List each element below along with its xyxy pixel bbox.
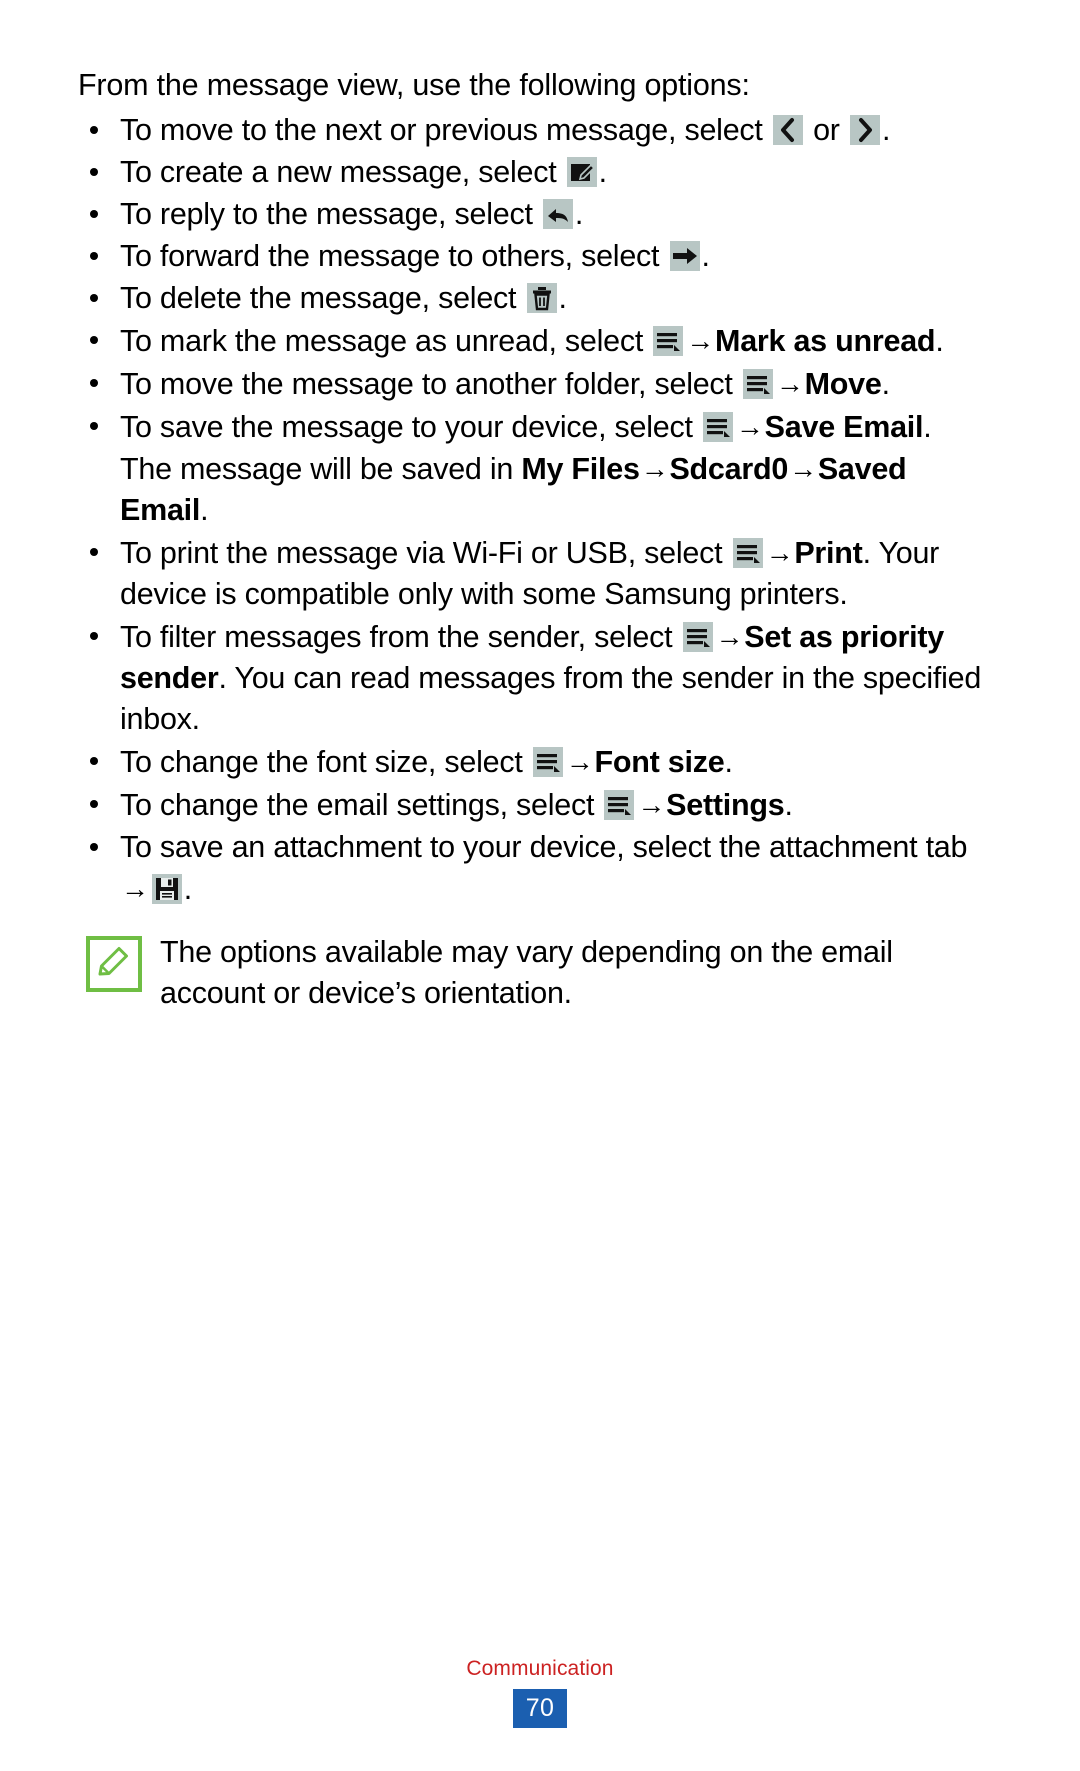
list-item-print-message: To print the message via Wi-Fi or USB, s…	[78, 532, 986, 615]
body-text: To change the font size, select	[120, 745, 531, 779]
list-item-set-as-priority-sender: To filter messages from the sender, sele…	[78, 616, 986, 740]
bullet-dot	[90, 209, 98, 218]
arrow-separator: →	[775, 368, 804, 399]
bullet-dot	[90, 251, 98, 260]
menu-icon[interactable]	[604, 790, 635, 820]
compose-icon[interactable]	[566, 157, 597, 187]
memo-note-icon	[86, 936, 142, 992]
body-text: To reply to the message, select	[120, 197, 541, 231]
arrow-separator: →	[121, 873, 149, 904]
list-item-font-size: To change the font size, select → Font s…	[78, 741, 986, 783]
emphasis-text: Save Email	[764, 410, 924, 444]
arrow-separator: →	[735, 411, 764, 442]
body-text: or	[804, 113, 848, 147]
bullet-dot	[90, 335, 98, 344]
arrow-separator: →	[789, 453, 817, 484]
list-item-forward-message: To forward the message to others, select…	[78, 236, 986, 277]
body-text: To filter messages from the sender, sele…	[120, 620, 681, 654]
page-number: 70	[512, 1689, 568, 1728]
body-text: .	[881, 367, 890, 401]
bullet-dot	[90, 631, 98, 640]
reply-arrow-icon[interactable]	[542, 199, 573, 229]
body-text: To save an attachment to your device, se…	[120, 830, 968, 864]
emphasis-text: Sdcard0	[669, 452, 789, 486]
menu-icon[interactable]	[682, 622, 713, 652]
emphasis-text: Settings	[666, 788, 785, 822]
list-item-reply-message: To reply to the message, select .	[78, 194, 986, 235]
list-item-save-attachment: To save an attachment to your device, se…	[78, 827, 986, 910]
body-text: .	[701, 239, 710, 273]
bullet-dot	[90, 799, 98, 808]
body-text: .	[200, 493, 209, 527]
arrow-separator: →	[640, 453, 669, 484]
list-item-mark-as-unread: To mark the message as unread, select → …	[78, 320, 986, 362]
bullet-dot	[90, 293, 98, 302]
forward-arrow-icon[interactable]	[669, 241, 700, 271]
list-item-delete-message: To delete the message, select .	[78, 278, 986, 319]
list-item-create-new-message: To create a new message, select .	[78, 152, 986, 193]
body-text: .	[598, 155, 607, 189]
intro-paragraph: From the message view, use the following…	[78, 68, 750, 102]
bullet-dot	[90, 378, 98, 387]
list-item-move-to-folder: To move the message to another folder, s…	[78, 363, 986, 405]
body-text: . You can read messages from the sender …	[120, 661, 982, 736]
arrow-separator: →	[715, 621, 744, 652]
trash-icon[interactable]	[526, 283, 557, 313]
body-text: To print the message via Wi-Fi or USB, s…	[120, 536, 731, 570]
footer-section-label: Communication	[466, 1657, 614, 1680]
body-text: To forward the message to others, select	[120, 239, 668, 273]
chevron-left-icon[interactable]	[772, 115, 803, 145]
bullet-dot	[90, 421, 98, 430]
menu-icon[interactable]	[742, 369, 773, 399]
body-text: .	[558, 281, 567, 315]
body-text: .	[724, 745, 733, 779]
body-text: To mark the message as unread, select	[120, 324, 652, 358]
emphasis-text: Move	[804, 367, 882, 401]
emphasis-text: My Files	[521, 452, 640, 486]
bullet-dot	[90, 125, 98, 134]
save-disk-icon[interactable]	[151, 874, 182, 904]
note-text: The options available may vary depending…	[160, 935, 893, 1010]
options-list: To move to the next or previous message,…	[78, 110, 986, 910]
arrow-separator: →	[637, 789, 666, 820]
body-text: .	[881, 113, 891, 147]
body-text: To move to the next or previous message,…	[120, 113, 771, 147]
page-content: From the message view, use the following…	[78, 62, 986, 1014]
body-text: To delete the message, select	[120, 281, 525, 315]
page-footer: Communication 70	[0, 1657, 1080, 1728]
bullet-dot	[90, 842, 98, 851]
body-text: .	[784, 788, 793, 822]
body-text: To move the message to another folder, s…	[120, 367, 741, 401]
manual-page: From the message view, use the following…	[0, 0, 1080, 1771]
arrow-separator: →	[765, 537, 794, 568]
body-text: To create a new message, select	[120, 155, 565, 189]
menu-icon[interactable]	[532, 747, 563, 777]
chevron-right-icon[interactable]	[849, 115, 880, 145]
list-item-move-next-previous: To move to the next or previous message,…	[78, 110, 986, 151]
list-item-email-settings: To change the email settings, select → S…	[78, 784, 986, 826]
body-text: .	[574, 197, 584, 231]
body-text: To change the email settings, select	[120, 788, 603, 822]
list-item-save-email: To save the message to your device, sele…	[78, 406, 986, 531]
emphasis-text: Font size	[594, 745, 725, 779]
emphasis-text: Print	[794, 536, 863, 570]
body-text: To save the message to your device, sele…	[120, 410, 701, 444]
note-box: The options available may vary depending…	[78, 932, 986, 1014]
bullet-dot	[90, 547, 98, 556]
body-text: .	[183, 872, 192, 906]
emphasis-text: Mark as unread	[715, 324, 936, 358]
bullet-dot	[90, 756, 98, 765]
menu-icon[interactable]	[653, 326, 684, 356]
body-text: .	[935, 324, 944, 358]
arrow-separator: →	[565, 746, 594, 777]
bullet-dot	[90, 167, 98, 176]
arrow-separator: →	[686, 325, 715, 356]
menu-icon[interactable]	[732, 538, 763, 568]
menu-icon[interactable]	[702, 412, 733, 442]
